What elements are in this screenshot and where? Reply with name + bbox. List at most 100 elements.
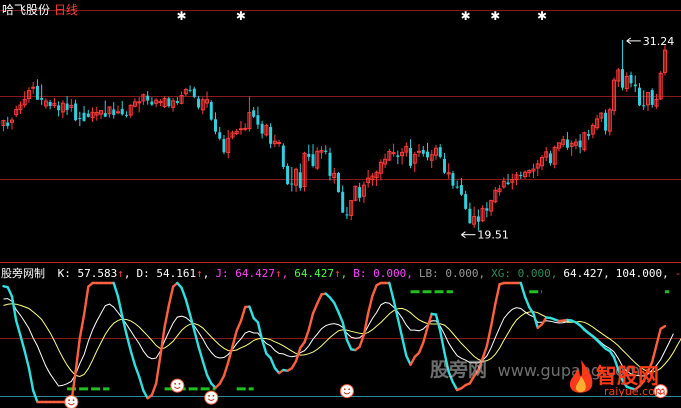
candle-body [421,150,425,154]
smiley-eye [348,388,351,391]
indicator-item-arrow: ↑ [196,267,203,280]
j-line-segment [19,334,26,353]
candle-body [103,113,107,117]
indicator-item-value: 64.427 [294,267,334,280]
chart-header: 哈飞股份 日线 [2,1,78,18]
star-marker: ✱ [236,9,246,23]
j-line-segment [523,295,531,309]
j-line-segment [239,305,247,323]
stock-chart[interactable]: ✱ ✱ ✱ ✱ ✱ 31.24 19.51 [0,0,681,408]
j-line-segment [307,312,315,332]
j-line-segment [78,313,86,340]
candle-body [115,111,120,114]
star-markers: ✱ ✱ ✱ ✱ ✱ [177,9,547,23]
indicator-item-arrow: ↑ [275,267,282,280]
j-line-segment [23,349,31,370]
j-line-segment [655,327,662,347]
grid-lines [0,10,681,339]
j-line-segment [409,355,416,366]
candle-body [307,153,311,157]
period-label[interactable]: 日线 [54,3,78,17]
j-line-segment [396,317,404,339]
j-line-segment [405,354,412,366]
smiley-eye [174,382,177,385]
candle-body [485,208,489,211]
star-marker: ✱ [177,9,187,23]
smiley-icon [339,384,354,399]
candle-body [345,214,349,216]
smiley-eye [72,399,75,402]
indicator-item-arrow: ↑ [334,267,341,280]
j-line-segment [494,283,501,306]
j-line-segment [451,381,459,392]
candle-body [112,109,116,116]
candle-body [218,132,222,139]
candle-body [175,101,179,103]
indicator-bar: 股旁网制 K: 57.583↑, D: 54.161↑, J: 64.427↑, 64… [1,265,681,281]
indicator-item-label: LB: [418,267,446,280]
j-line-segment [82,285,90,317]
j-line-segment [269,356,277,370]
j-line-segment [485,324,493,348]
j-line-segment [400,335,408,357]
j-line-segment [489,302,497,328]
candle-body [214,119,217,132]
j-line-segment [163,304,171,329]
smiley-eye [343,388,346,391]
indicator-item: LB: 0.000, [418,267,486,280]
candle-body [565,139,569,148]
candle-body [281,145,285,167]
candle-body [341,191,345,213]
candle-body [197,98,201,108]
candle-body [629,75,633,84]
candle-body [650,90,654,105]
indicator-item-value: 104.000 [615,267,663,280]
indicator-item: D: 54.161↑, [136,267,210,280]
j-line-segment [137,375,145,392]
indicator-item-value: 0.000 [517,267,551,280]
indicator-item-value: 0.000 [445,267,479,280]
indicator-item: 64.427↑, [294,267,348,280]
indicator-name[interactable]: 股旁网制 [1,267,45,280]
j-line-segment [142,389,149,400]
j-line-segment [659,325,667,330]
watermark-site-name: 股旁网 [430,359,488,381]
candle-body [6,122,10,126]
star-marker: ✱ [537,9,547,23]
candle-body [638,87,641,106]
low-price-label: 19.51 [477,229,509,242]
smiley-eye [178,382,181,385]
j-line-segment [290,359,298,370]
smiley-icon [170,378,185,393]
candle-body [48,102,52,107]
candle-body [86,113,90,117]
j-line-segment [6,286,14,298]
j-line-segment [422,326,429,344]
smiley-eye [208,394,210,397]
candle-body [260,123,264,134]
smiley-icon [204,390,219,405]
j-line-segment [205,373,213,385]
j-line-segment [434,313,442,333]
candle-body [243,127,248,130]
j-line-segment [439,329,446,354]
indicator-item: -5.000, [675,267,681,280]
j-line-segment [260,338,268,355]
indicator-item-label: K: [57,267,78,280]
candle-body [311,154,315,166]
candle-body [40,97,44,100]
candle-body [188,89,192,91]
j-line-segment [184,298,192,316]
smiley-icon [64,395,79,408]
j-line-segment [519,281,527,298]
j-line-segment [150,382,158,397]
candle-body [417,150,422,153]
candle-body [277,142,282,145]
candle-body [78,117,82,119]
indicator-item: J: 64.427↑, [215,267,289,280]
candle-body [451,173,455,186]
candle-body [442,158,446,173]
j-line-segment [362,312,370,336]
indicator-item-label: D: [136,267,157,280]
j-line-segment [167,285,175,307]
